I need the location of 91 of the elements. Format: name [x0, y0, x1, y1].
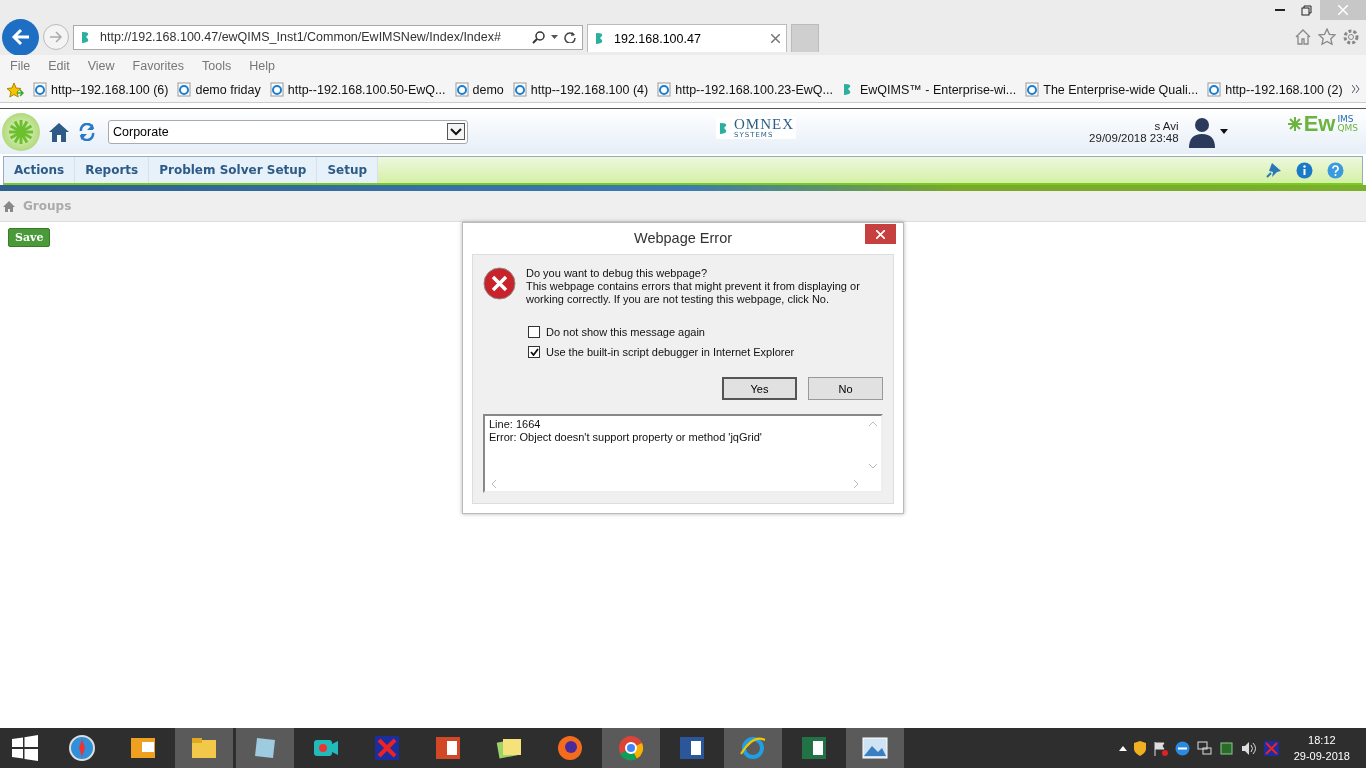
firefox-icon	[556, 734, 584, 762]
caret-icon[interactable]	[1219, 129, 1228, 134]
dialog-button[interactable]: Yes	[722, 377, 797, 400]
favorite-link[interactable]: http--192.168.100 (4)	[512, 82, 649, 97]
avatar-icon[interactable]	[1186, 115, 1217, 148]
menu-item[interactable]: File	[10, 59, 31, 73]
cross-app-icon	[373, 734, 401, 762]
favorite-link[interactable]: demo friday	[177, 82, 261, 97]
back-button[interactable]	[2, 18, 39, 56]
refresh-icon[interactable]	[564, 31, 576, 43]
left-arrow-icon	[10, 28, 31, 46]
slides-app-icon	[434, 734, 462, 762]
spreadsheet-app-icon	[800, 734, 828, 762]
dialog-title: Webpage Error	[632, 229, 734, 246]
taskbar-app-button[interactable]	[846, 728, 904, 768]
close-icon[interactable]	[771, 34, 780, 43]
home-icon	[48, 121, 70, 142]
nav-menu-item[interactable]: Actions	[4, 157, 76, 183]
restore-icon	[1301, 4, 1312, 16]
minimize-icon	[1274, 9, 1285, 11]
nav-menu-item[interactable]: Reports	[75, 157, 150, 183]
chrome-icon	[617, 734, 645, 762]
browser-e-icon	[1025, 82, 1040, 97]
menu-item[interactable]: Help	[249, 59, 275, 73]
speaker-icon[interactable]	[1240, 740, 1257, 756]
info-icon[interactable]	[1296, 161, 1313, 179]
caret-up-icon[interactable]	[1118, 745, 1127, 751]
clock[interactable]: 18:12 29-09-2018	[1285, 732, 1362, 764]
search-icon[interactable]	[532, 30, 545, 44]
browser-e-icon	[657, 82, 672, 97]
error-detail-line: Error: Object doesn't support property or method 'jqGrid'	[489, 431, 763, 444]
chip-icon[interactable]	[1218, 740, 1234, 756]
help-icon[interactable]	[1327, 161, 1344, 179]
nav-menu-item[interactable]: Problem Solver Setup	[149, 157, 318, 183]
home-button[interactable]	[48, 121, 70, 142]
favorite-link[interactable]: EwQIMS™ - Enterprise-wi...	[841, 82, 1017, 97]
browser-e-icon	[512, 82, 527, 97]
checkbox[interactable]	[528, 326, 540, 338]
checkbox-label: Use the built-in script debugger in Internet Explorer	[546, 346, 795, 358]
url-text: http://192.168.100.47/ewQIMS_Inst1/Common/EwIMSNew/Index/Index#	[100, 30, 502, 44]
favorites-star-icon[interactable]	[6, 81, 24, 98]
pin-icon[interactable]	[1266, 162, 1282, 178]
menu-item[interactable]: Edit	[48, 59, 70, 73]
menu-item[interactable]: View	[87, 59, 115, 73]
close-button[interactable]	[865, 224, 896, 244]
browser-e-icon	[739, 734, 767, 762]
network-icon[interactable]	[1196, 740, 1212, 756]
refresh-icon	[78, 122, 96, 141]
nav-menu-item[interactable]: Setup	[317, 157, 379, 183]
favorite-link[interactable]: demo	[454, 82, 504, 97]
shield-icon[interactable]	[1133, 740, 1146, 756]
checkbox-label: Do not show this message again	[546, 326, 705, 338]
save-button[interactable]: Save	[8, 228, 51, 247]
compass-icon	[68, 734, 96, 762]
browser-e-icon	[33, 82, 47, 97]
close-icon	[1338, 5, 1348, 15]
star-icon[interactable]	[1318, 28, 1336, 46]
caret-icon[interactable]	[551, 35, 558, 39]
user-name: s Avi	[1154, 119, 1179, 132]
checkbox[interactable]	[528, 346, 540, 358]
windows-logo-icon	[12, 735, 38, 761]
menu-item[interactable]: Favorites	[132, 59, 184, 73]
right-arrow-icon	[49, 31, 63, 43]
word-app-icon	[678, 734, 706, 762]
close-icon	[876, 229, 885, 239]
dialog-button[interactable]: No	[808, 377, 883, 400]
flag-icon[interactable]	[1152, 740, 1168, 756]
address-bar[interactable]: http://192.168.100.47/ewQIMS_Inst1/Common/EwIMSNew/Index/Index#	[73, 24, 583, 50]
error-icon	[483, 267, 516, 300]
site-dropdown[interactable]: Corporate	[108, 119, 468, 144]
browser-tab[interactable]: 192.168.100.47	[587, 24, 787, 52]
photo-viewer-icon	[861, 734, 889, 762]
favorite-link[interactable]: http--192.168.100 (6)	[33, 82, 169, 97]
browser-e-icon	[269, 82, 284, 97]
home-icon[interactable]	[1294, 28, 1312, 46]
dialog-heading: Do you want to debug this webpage?	[526, 267, 709, 280]
date-time: 29/09/2018 23:48	[1089, 131, 1179, 144]
favorite-link[interactable]: The Enterprise-wide Quali...	[1025, 82, 1199, 97]
settings-icon[interactable]	[1342, 28, 1360, 46]
browser-e-icon	[1207, 82, 1222, 97]
browser-e-icon	[454, 82, 469, 97]
home-icon[interactable]	[3, 200, 15, 212]
favorite-link[interactable]: http--192.168.100.50-EwQ...	[269, 82, 446, 97]
chevron-icon[interactable]	[1352, 85, 1360, 93]
favorite-link[interactable]: http--192.168.100.23-EwQ...	[657, 82, 833, 97]
dialog-message: This webpage contains errors that might prevent it from displaying or working correctly. If you are not testing this webpage, click No.	[526, 280, 861, 306]
refresh-button[interactable]	[78, 122, 96, 141]
browser-e-icon	[177, 82, 192, 97]
error-detail-line: Line: 1664	[489, 418, 542, 431]
menu-item[interactable]: Tools	[202, 59, 232, 73]
favorite-link[interactable]: http--192.168.100 (2)	[1207, 82, 1343, 97]
